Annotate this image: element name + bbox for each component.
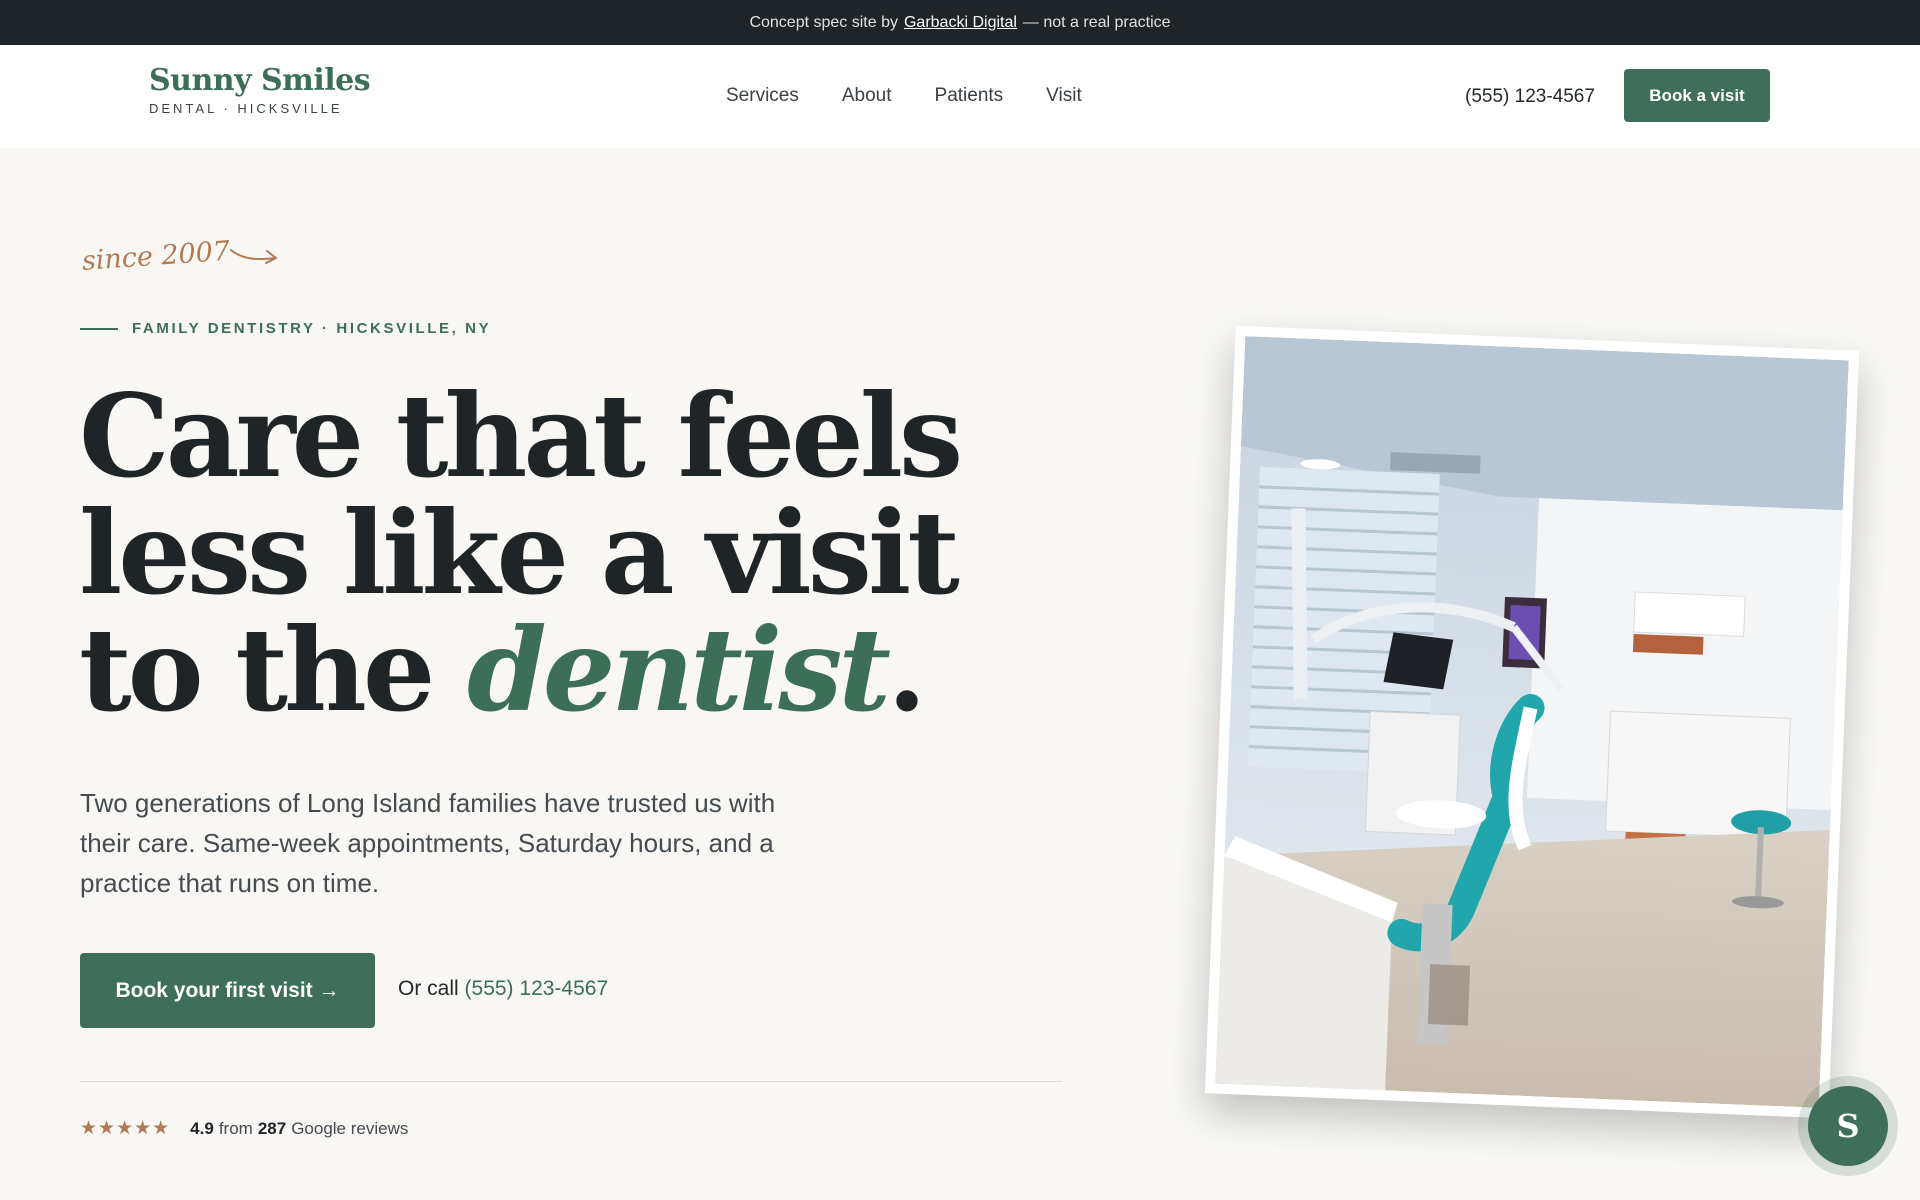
banner-prefix: Concept spec site by xyxy=(749,13,898,31)
logo-name: Sunny Smiles xyxy=(149,63,371,98)
call-phone-link[interactable]: (555) 123-4567 xyxy=(465,977,609,1000)
star-rating-icon: ★★★★★ xyxy=(80,1118,171,1139)
headline-period: . xyxy=(887,603,927,737)
call-line: Or call (555) 123-4567 xyxy=(398,977,608,1001)
site-header: Sunny Smiles DENTAL · HICKSVILLE Service… xyxy=(0,45,1920,148)
dental-office-illustration xyxy=(1215,336,1849,1108)
banner-link[interactable]: Garbacki Digital xyxy=(904,14,1017,32)
call-prefix: Or call xyxy=(398,977,459,1000)
curved-arrow-icon xyxy=(230,249,277,264)
logo-subtitle: DENTAL · HICKSVILLE xyxy=(149,101,343,116)
nav-about[interactable]: About xyxy=(842,85,892,107)
dental-office-photo xyxy=(1204,325,1860,1119)
eyebrow-text: FAMILY DENTISTRY · HICKSVILLE, NY xyxy=(132,320,492,337)
book-first-visit-button[interactable]: Book your first visit → xyxy=(80,953,375,1028)
chat-launcher-button[interactable]: S xyxy=(1808,1086,1888,1166)
rating: ★★★★★ 4.9 from 287 Google reviews xyxy=(80,1117,408,1140)
since-tagline: since 2007 xyxy=(80,235,232,277)
hero-headline: Care that feels less like a visit to the… xyxy=(79,378,963,729)
logo[interactable]: Sunny Smiles DENTAL · HICKSVILLE xyxy=(149,63,371,116)
headline-line-3: to the xyxy=(79,603,468,737)
rating-from: from xyxy=(218,1118,253,1138)
concept-banner: Concept spec site by Garbacki Digital — … xyxy=(0,0,1920,45)
nav-services[interactable]: Services xyxy=(726,85,799,107)
eyebrow: FAMILY DENTISTRY · HICKSVILLE, NY xyxy=(80,320,491,337)
nav-patients[interactable]: Patients xyxy=(935,85,1004,107)
book-visit-button[interactable]: Book a visit xyxy=(1624,69,1770,122)
rating-score: 4.9 xyxy=(190,1118,214,1138)
rating-count: 287 xyxy=(257,1118,287,1138)
main-nav: Services About Patients Visit xyxy=(726,85,1082,107)
headline-accent: dentist xyxy=(467,603,891,737)
hero-lede: Two generations of Long Island families … xyxy=(80,788,776,898)
nav-visit[interactable]: Visit xyxy=(1046,85,1082,107)
header-phone[interactable]: (555) 123-4567 xyxy=(1465,86,1595,108)
headline-line-2: less like a visit xyxy=(79,486,960,620)
headline-line-1: Care that feels xyxy=(79,369,963,503)
banner-suffix: — not a real practice xyxy=(1022,13,1171,31)
rating-source: Google reviews xyxy=(291,1118,409,1138)
eyebrow-rule xyxy=(80,327,118,330)
divider xyxy=(80,1081,1062,1082)
